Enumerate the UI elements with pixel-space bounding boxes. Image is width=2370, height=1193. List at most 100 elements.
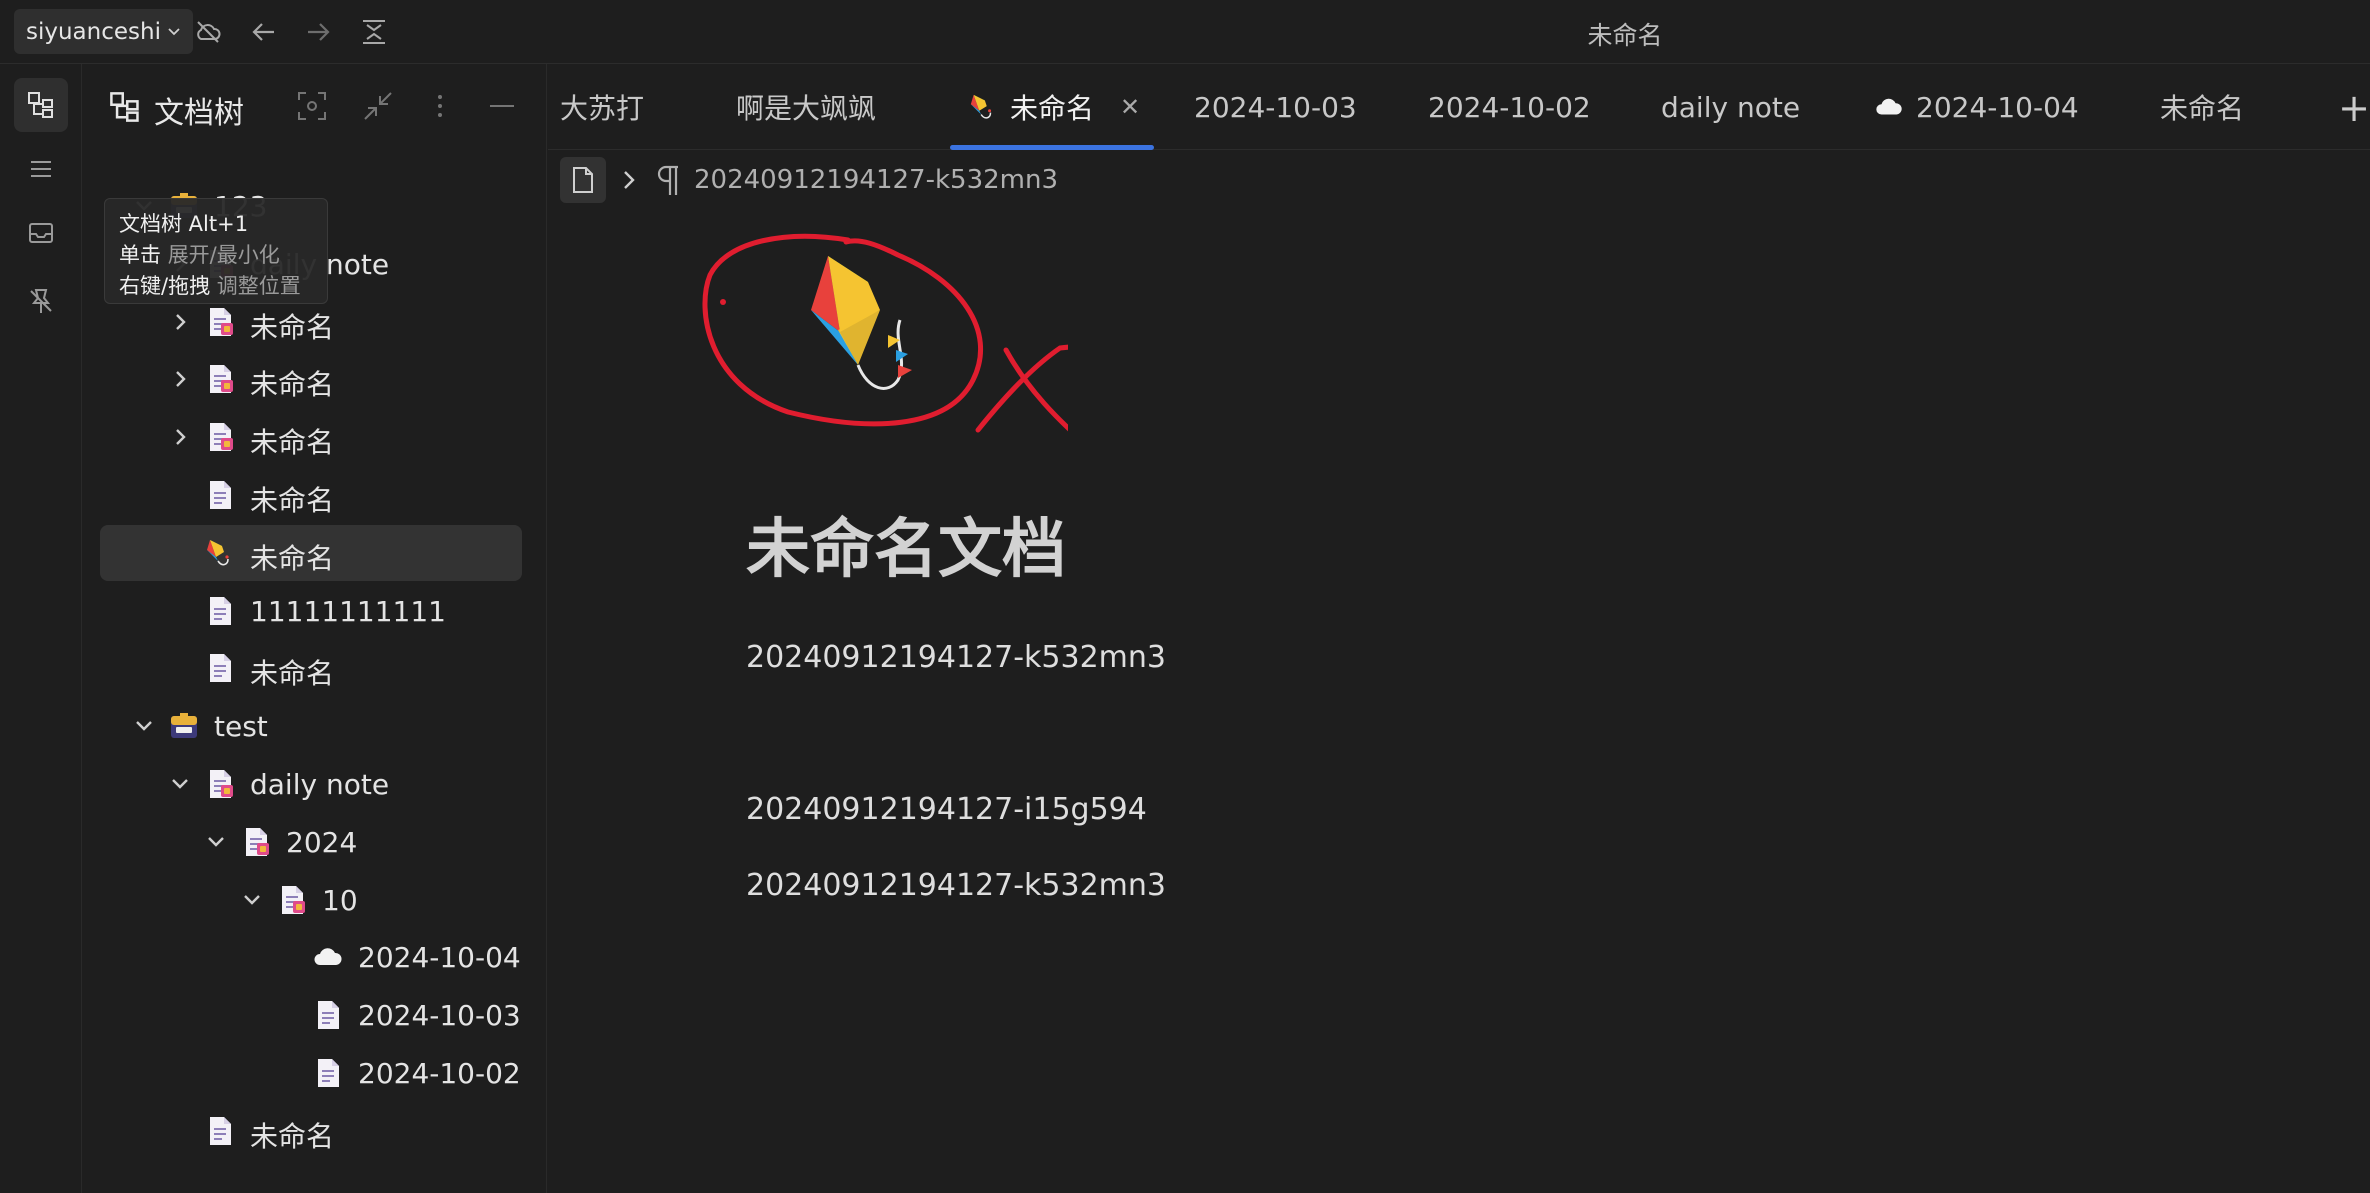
tree-row[interactable]: daily note	[100, 756, 522, 812]
minimize-icon[interactable]	[484, 88, 520, 124]
tree-row[interactable]: 未命名	[100, 467, 522, 523]
tab[interactable]: 2024-10-03	[1194, 64, 1357, 150]
dock-outline-button[interactable]	[14, 142, 68, 196]
tab[interactable]: 2024-10-04	[1874, 64, 2079, 150]
unpin-icon	[30, 289, 52, 313]
doc-folder-icon	[240, 826, 272, 858]
tab[interactable]: daily note	[1661, 64, 1800, 150]
dock-unpin-button[interactable]	[14, 274, 68, 328]
tree-row[interactable]: 2024-10-04	[100, 929, 522, 985]
file-tree-title: 文档树	[154, 96, 244, 131]
file-tree-icon	[28, 92, 53, 118]
chevron-right-icon[interactable]	[168, 367, 192, 391]
document-icon	[210, 654, 231, 683]
tree-row[interactable]: 未命名	[100, 409, 522, 465]
workspace-switcher[interactable]: siyuanceshi	[14, 9, 193, 54]
document-icon	[312, 999, 344, 1031]
tab-label: 啊是大飒飒	[736, 92, 877, 125]
tree-row-label: 未命名	[250, 541, 335, 575]
tree-row[interactable]: 2024-10-02	[100, 1045, 522, 1101]
document-icon	[318, 1059, 339, 1087]
new-tab-button[interactable]: +	[2338, 86, 2370, 130]
forward-arrow-icon[interactable]	[302, 16, 334, 48]
document-emoji-area[interactable]	[648, 220, 1068, 460]
collapse-all-icon[interactable]	[360, 88, 396, 124]
paragraph-icon[interactable]	[654, 163, 684, 197]
tree-row-label: 2024-10-04	[358, 941, 521, 975]
outline-icon	[31, 161, 51, 177]
doc-folder-icon	[210, 365, 233, 394]
tree-row-label: 2024	[286, 825, 358, 859]
more-icon[interactable]	[422, 88, 458, 124]
tree-row[interactable]: 未命名	[100, 351, 522, 407]
tree-row-label: 2024-10-03	[358, 999, 521, 1033]
tab-label: 未命名	[1010, 92, 1095, 125]
notebook-icon	[171, 713, 197, 739]
tree-row-label: 未命名	[250, 368, 335, 402]
tab-label: 未命名	[2160, 92, 2245, 125]
tree-row[interactable]: 2024	[100, 814, 522, 870]
tooltip-line-3: 右键/拖拽 调整位置	[119, 274, 301, 298]
tooltip-line-1: 文档树 Alt+1	[119, 212, 249, 236]
doc-folder-icon	[276, 884, 308, 916]
dock-file-tree-button[interactable]	[14, 78, 68, 132]
tree-row-label: 10	[322, 883, 358, 917]
tree-row[interactable]: test	[100, 698, 522, 754]
tree-row[interactable]: 未命名	[100, 524, 522, 581]
chevron-right-icon[interactable]	[168, 425, 192, 449]
close-icon[interactable]: ✕	[1120, 93, 1140, 121]
chevron-down-icon[interactable]	[204, 830, 228, 854]
paragraph-3[interactable]: 20240912194127-k532mn3	[746, 868, 1166, 903]
chevron-down-icon[interactable]	[132, 714, 156, 738]
tree-row-label: 未命名	[250, 310, 335, 344]
kite-icon	[811, 256, 912, 390]
document-icon	[318, 1001, 339, 1030]
document-icon	[210, 1116, 231, 1145]
tab[interactable]: 未命名 ✕	[950, 64, 1155, 150]
doc-folder-icon	[204, 768, 236, 800]
paragraph-2[interactable]: 20240912194127-i15g594	[746, 792, 1147, 827]
chevron-down-icon	[168, 27, 180, 35]
document-title[interactable]: 未命名文档	[746, 498, 1066, 590]
tree-row[interactable]: 2024-10-03	[100, 987, 522, 1043]
focus-icon[interactable]	[294, 88, 330, 124]
paragraph-1[interactable]: 20240912194127-k532mn3	[746, 640, 1166, 675]
file-tree-header: 文档树	[82, 64, 547, 148]
tree-row-label: 未命名	[250, 484, 335, 517]
tab[interactable]: 大苏打	[560, 64, 644, 150]
cloud-icon	[1876, 98, 1902, 115]
doc-folder-icon	[204, 306, 236, 338]
tree-row[interactable]: 未命名	[100, 640, 522, 696]
tab-label: 2024-10-04	[1916, 90, 2079, 124]
document-icon	[204, 595, 236, 627]
document-icon	[204, 652, 236, 684]
chevron-down-icon[interactable]	[168, 772, 192, 796]
doc-folder-icon	[210, 423, 233, 452]
dock-inbox-button[interactable]	[14, 206, 68, 260]
tab[interactable]: 未命名	[2160, 64, 2244, 150]
notebook-icon	[168, 710, 200, 742]
breadcrumb-block-id[interactable]: 20240912194127-k532mn3	[694, 165, 1058, 195]
tab[interactable]: 啊是大飒飒	[736, 64, 876, 150]
tab[interactable]: 2024-10-02	[1428, 64, 1591, 150]
chevron-down-icon[interactable]	[240, 888, 264, 912]
tree-row[interactable]: 10	[100, 872, 522, 928]
tab-bar: 大苏打 啊是大飒飒 未命名 ✕ 2024-10-03 2024-10-02 daily n…	[548, 64, 2370, 150]
chevron-right-icon[interactable]	[168, 310, 192, 334]
layout-icon[interactable]	[358, 16, 390, 48]
cloud-icon	[1874, 92, 1904, 122]
title-bar: siyuanceshi 未命名	[0, 0, 2370, 64]
kite-icon	[207, 539, 229, 566]
back-arrow-icon[interactable]	[248, 16, 280, 48]
inbox-icon	[29, 223, 53, 243]
breadcrumb-doc-button[interactable]	[560, 157, 606, 203]
tree-row[interactable]: 11111111111	[100, 583, 522, 639]
file-tree-icon	[110, 92, 139, 122]
tree-row-label: 2024-10-02	[358, 1057, 521, 1090]
document-icon	[204, 1115, 236, 1147]
document-icon	[204, 479, 236, 511]
cloud-off-icon[interactable]	[192, 16, 224, 48]
tree-row[interactable]: 未命名	[100, 1103, 522, 1159]
tree-row-label: 未命名	[250, 426, 335, 460]
tree-row-label: 未命名	[250, 657, 335, 691]
